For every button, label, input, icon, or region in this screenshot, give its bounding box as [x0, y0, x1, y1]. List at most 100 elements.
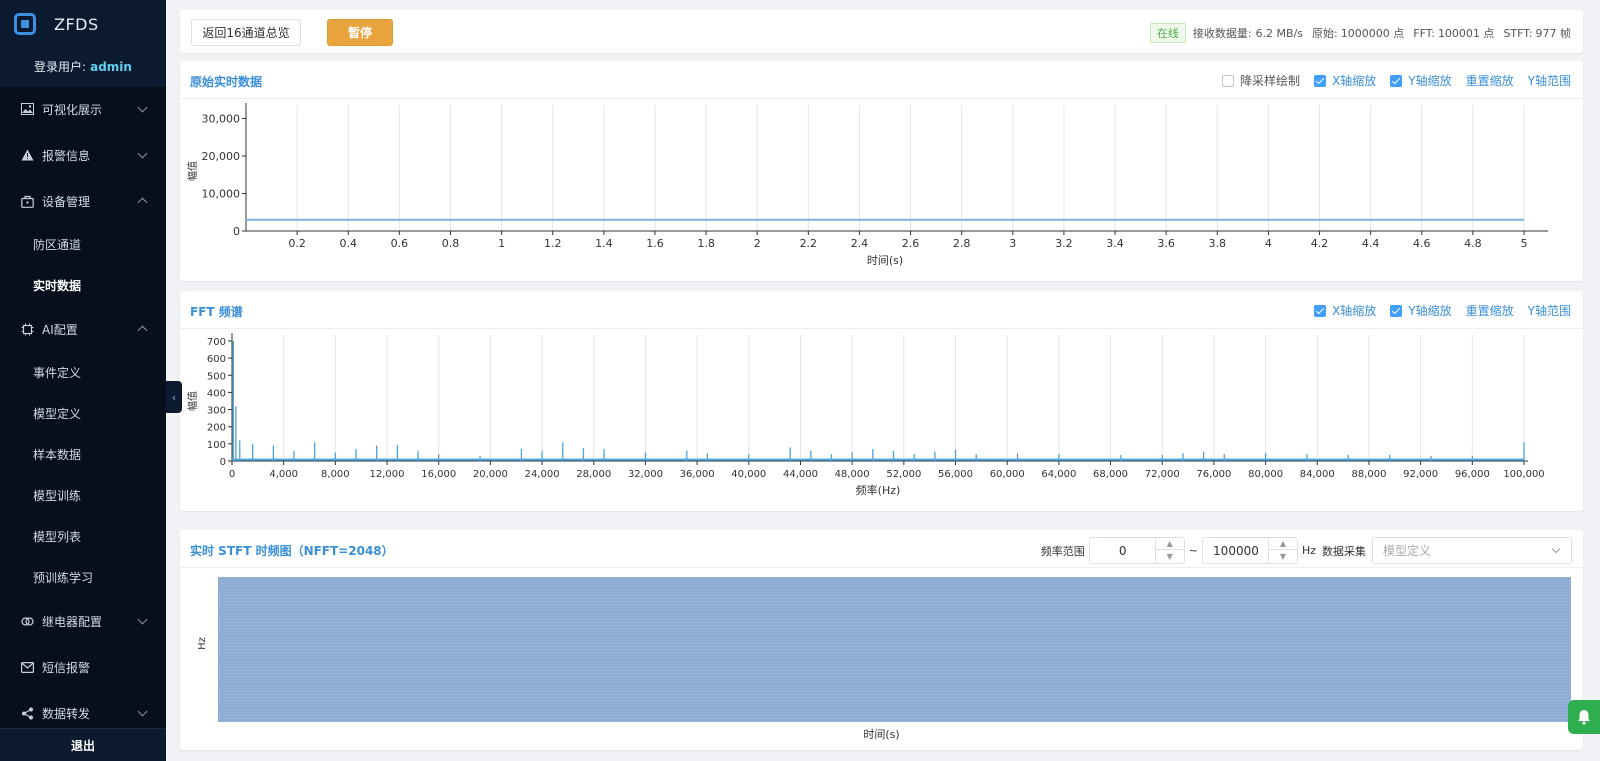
brand-name: ZFDS	[54, 14, 99, 34]
sidebar-item-device[interactable]: 设备管理	[0, 178, 166, 224]
x-tick-label: 92,000	[1403, 469, 1438, 480]
share-icon	[20, 706, 34, 720]
sidebar-item-relay-config[interactable]: 继电器配置	[0, 598, 166, 644]
collapse-sidebar-icon[interactable]: ‹	[166, 381, 182, 413]
fft-chart[interactable]: 0 4,000 8,000 12,000 16,000 20,000 24,000 28,00…	[180, 329, 1583, 509]
sidebar-item-label: AI配置	[42, 322, 78, 337]
x-tick-label: 80,000	[1248, 469, 1283, 480]
y-tick-label: 0	[233, 225, 240, 238]
stft-count-label: STFT:	[1503, 26, 1533, 40]
sidebar-item-realtime-data[interactable]: 实时数据	[0, 265, 166, 306]
checkbox-label: X轴缩放	[1332, 74, 1377, 88]
sidebar-item-alarm[interactable]: 报警信息	[0, 132, 166, 178]
warning-icon	[20, 148, 34, 162]
fft-panel: FFT 频谱 X轴缩放 Y轴缩放 重置缩放 Y轴范围 0 4,000 8,000 12…	[180, 291, 1583, 511]
model-select[interactable]: 模型定义	[1372, 537, 1572, 564]
x-tick-label: 48,000	[835, 469, 870, 480]
chevron-down-icon	[137, 614, 148, 625]
notification-bell-icon[interactable]	[1568, 700, 1600, 734]
sidebar-item-sample-data[interactable]: 样本数据	[0, 434, 166, 475]
y-tick-label: 700	[207, 337, 226, 348]
raw-data-chart[interactable]: 0.2 0.4 0.6 0.8 1 1.2 1.4 1.6 1.8 2 2.2 2.4 2.6 2.8 3 3…	[180, 99, 1583, 279]
y-zoom-checkbox[interactable]: Y轴缩放	[1390, 302, 1452, 319]
sidebar-item-model-training[interactable]: 模型训练	[0, 475, 166, 516]
sidebar-item-sms-alarm[interactable]: 短信报警	[0, 644, 166, 690]
x-tick-label: 3.6	[1157, 237, 1175, 250]
x-tick-label: 1.4	[595, 237, 613, 250]
sidebar-item-label: 数据转发	[42, 706, 91, 721]
x-tick-label: 5	[1521, 237, 1528, 250]
x-tick-label: 24,000	[525, 469, 560, 480]
y-tick-label: 300	[207, 406, 226, 417]
stepper-arrows: ▲ ▼	[1154, 538, 1184, 563]
login-user: 登录用户: admin	[0, 48, 166, 86]
back-to-overview-button[interactable]: 返回16通道总览	[191, 19, 301, 46]
chevron-down-icon	[137, 102, 148, 113]
chevron-down-icon	[1551, 544, 1561, 554]
sidebar-item-zone-channel[interactable]: 防区通道	[0, 224, 166, 265]
x-tick-label: 0.8	[442, 237, 460, 250]
x-axis-label: 频率(Hz)	[856, 483, 901, 497]
chevron-up-icon[interactable]: ▲	[1155, 538, 1184, 550]
stft-y-label: Hz	[196, 637, 208, 650]
x-tick-label: 4.4	[1362, 237, 1380, 250]
relay-icon	[20, 614, 34, 628]
y-tick-label: 10,000	[202, 188, 241, 201]
x-tick-label: 32,000	[628, 469, 663, 480]
y-tick-label: 200	[207, 423, 226, 434]
chevron-down-icon[interactable]: ▼	[1269, 550, 1297, 562]
fft-count-value: 100001 点	[1437, 27, 1495, 40]
freq-range-label: 频率范围	[1040, 544, 1085, 558]
x-tick-label: 56,000	[938, 469, 973, 480]
freq-min-stepper[interactable]: 0 ▲ ▼	[1088, 537, 1185, 564]
x-tick-label: 88,000	[1351, 469, 1386, 480]
x-tick-label: 36,000	[680, 469, 715, 480]
x-tick-label: 2.4	[851, 237, 869, 250]
stft-heatmap[interactable]	[218, 577, 1571, 722]
checkbox-box	[1314, 74, 1327, 87]
sidebar-item-model-list[interactable]: 模型列表	[0, 516, 166, 557]
panel-title: FFT 频谱	[190, 305, 243, 319]
sidebar-item-label: 报警信息	[42, 148, 91, 163]
x-tick-label: 4.8	[1464, 237, 1482, 250]
x-tick-label: 84,000	[1300, 469, 1335, 480]
logout-button[interactable]: 退出	[0, 728, 166, 761]
checkbox-label: 降采样绘制	[1240, 74, 1301, 88]
downsample-checkbox[interactable]: 降采样绘制	[1222, 72, 1300, 89]
chip-icon	[20, 322, 34, 336]
x-zoom-checkbox[interactable]: X轴缩放	[1314, 72, 1376, 89]
checkbox-box	[1390, 74, 1403, 87]
chevron-down-icon	[137, 148, 148, 159]
x-tick-label: 16,000	[421, 469, 456, 480]
fft-count-label: FFT:	[1413, 26, 1435, 40]
hz-unit: Hz	[1301, 544, 1316, 557]
recv-value: 6.2 MB/s	[1255, 26, 1304, 40]
x-tick-label: 4,000	[269, 469, 298, 480]
sidebar-item-visualization[interactable]: 可视化展示	[0, 86, 166, 132]
sidebar-item-model-definition[interactable]: 模型定义	[0, 393, 166, 434]
x-tick-label: 0.4	[339, 237, 357, 250]
chevron-down-icon[interactable]: ▼	[1156, 550, 1184, 562]
y-range-link[interactable]: Y轴范围	[1528, 302, 1571, 319]
reset-zoom-link[interactable]: 重置缩放	[1466, 302, 1514, 319]
sidebar-item-label: 继电器配置	[42, 614, 103, 629]
y-tick-label: 400	[207, 388, 226, 399]
x-axis-label: 时间(s)	[867, 254, 903, 267]
sidebar-item-ai-config[interactable]: AI配置	[0, 306, 166, 352]
raw-controls: 降采样绘制 X轴缩放 Y轴缩放 重置缩放 Y轴范围	[1208, 72, 1571, 89]
x-tick-label: 68,000	[1093, 469, 1128, 480]
x-zoom-checkbox[interactable]: X轴缩放	[1314, 302, 1376, 319]
reset-zoom-link[interactable]: 重置缩放	[1466, 72, 1514, 89]
login-user-label: 登录用户:	[34, 60, 87, 74]
chevron-up-icon[interactable]: ▲	[1268, 538, 1297, 550]
freq-max-stepper[interactable]: 100000 ▲ ▼	[1201, 537, 1298, 564]
sidebar-item-pretraining[interactable]: 预训练学习	[0, 557, 166, 598]
y-range-link[interactable]: Y轴范围	[1528, 72, 1571, 89]
pause-button[interactable]: 暂停	[327, 19, 393, 46]
x-tick-label: 100,000	[1503, 469, 1544, 480]
sidebar-item-event-definition[interactable]: 事件定义	[0, 352, 166, 393]
toolbar: 返回16通道总览 暂停 在线 接收数据量: 6.2 MB/s 原始: 10000…	[180, 10, 1583, 53]
y-zoom-checkbox[interactable]: Y轴缩放	[1390, 72, 1452, 89]
chevron-up-icon	[137, 325, 148, 336]
x-tick-label: 0.2	[288, 237, 306, 250]
